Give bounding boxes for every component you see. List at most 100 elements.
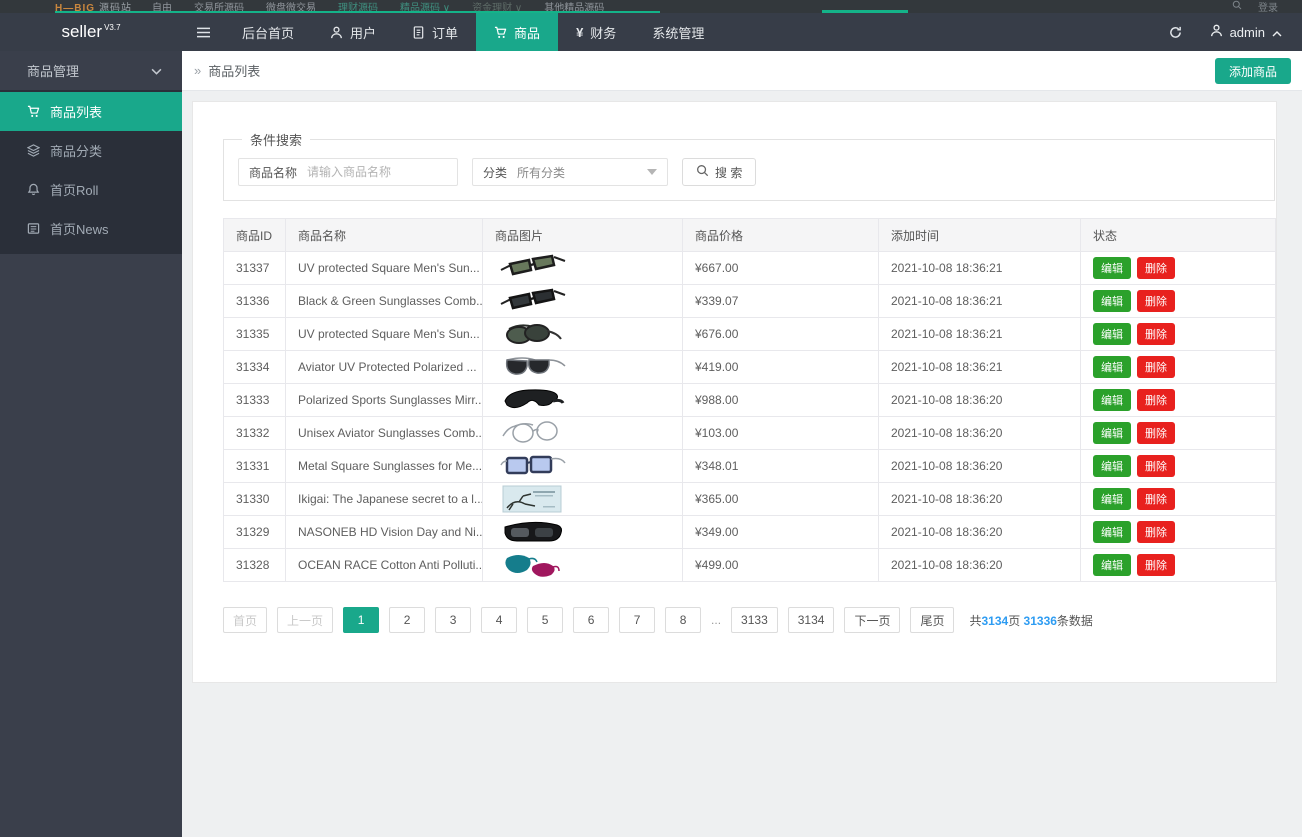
select-caret-icon: [647, 169, 658, 175]
cell-status: 编辑 删除: [1080, 284, 1276, 318]
edit-button[interactable]: 编辑: [1093, 422, 1131, 444]
page-ellipsis: ...: [711, 613, 722, 627]
page-number-button[interactable]: 2: [389, 607, 426, 633]
sidebar-toggle-icon[interactable]: [182, 26, 224, 39]
cell-goods-image: [482, 383, 683, 417]
nav-item-label: 系统管理: [652, 25, 705, 41]
cell-goods-id: 31331: [223, 449, 286, 483]
cell-goods-name: Black & Green Sunglasses Comb...: [285, 284, 483, 318]
page-number-button[interactable]: 1: [343, 607, 380, 633]
page-number-button[interactable]: 3: [435, 607, 472, 633]
admin-user-menu[interactable]: admin: [1210, 24, 1282, 40]
edit-button[interactable]: 编辑: [1093, 455, 1131, 477]
sidebar-item-goods-list[interactable]: 商品列表: [0, 92, 182, 131]
table-row: 31329 NASONEB HD Vision Day and Ni... ¥349…: [223, 515, 1276, 549]
cell-goods-price: ¥499.00: [682, 548, 879, 582]
user-icon: [330, 26, 343, 39]
edit-button[interactable]: 编辑: [1093, 389, 1131, 411]
cell-goods-image: [482, 284, 683, 318]
nav-item-label: 订单: [432, 25, 459, 41]
cell-goods-price: ¥419.00: [682, 350, 879, 384]
refresh-button[interactable]: [1169, 26, 1182, 39]
cell-added-time: 2021-10-08 18:36:20: [878, 548, 1081, 582]
cell-goods-name: Aviator UV Protected Polarized ...: [285, 350, 483, 384]
edit-button[interactable]: 编辑: [1093, 356, 1131, 378]
nav-item-orders[interactable]: 订单: [394, 13, 476, 51]
delete-button[interactable]: 删除: [1137, 290, 1175, 312]
edit-button[interactable]: 编辑: [1093, 323, 1131, 345]
goods-name-input[interactable]: [307, 160, 458, 184]
cell-goods-price: ¥365.00: [682, 482, 879, 516]
cell-added-time: 2021-10-08 18:36:20: [878, 449, 1081, 483]
page-last-button[interactable]: 尾页: [910, 607, 955, 633]
sidebar-section-goods-management[interactable]: 商品管理: [0, 51, 182, 90]
page-number-button[interactable]: 3134: [787, 607, 835, 633]
page-first-button: 首页: [223, 607, 268, 633]
cart-icon: [27, 105, 40, 118]
cell-added-time: 2021-10-08 18:36:21: [878, 251, 1081, 285]
page-number-button[interactable]: 7: [619, 607, 656, 633]
cell-goods-name: UV protected Square Men's Sun...: [285, 317, 483, 351]
bell-icon: [27, 183, 40, 196]
cell-added-time: 2021-10-08 18:36:21: [878, 350, 1081, 384]
admin-username: admin: [1229, 24, 1265, 40]
cell-status: 编辑 删除: [1080, 383, 1276, 417]
page-next-button[interactable]: 下一页: [844, 607, 901, 633]
outer-login-link[interactable]: 登录: [1258, 0, 1278, 13]
nav-item-dashboard[interactable]: 后台首页: [224, 13, 312, 51]
sidebar-item-home-news[interactable]: 首页News: [0, 209, 182, 248]
delete-button[interactable]: 删除: [1137, 257, 1175, 279]
delete-button[interactable]: 删除: [1137, 323, 1175, 345]
delete-button[interactable]: 删除: [1137, 389, 1175, 411]
cell-goods-image: [482, 350, 683, 384]
nav-item-system[interactable]: 系统管理: [634, 13, 722, 51]
search-button[interactable]: 搜 索: [682, 158, 757, 186]
category-group: 分类 所有分类: [472, 158, 669, 186]
delete-button[interactable]: 删除: [1137, 422, 1175, 444]
news-icon: [27, 222, 40, 235]
edit-button[interactable]: 编辑: [1093, 488, 1131, 510]
pagination-summary: 共3134页 31336条数据: [969, 613, 1093, 628]
delete-button[interactable]: 删除: [1137, 455, 1175, 477]
nav-item-users[interactable]: 用户: [312, 13, 394, 51]
breadcrumb: » 商品列表 添加商品: [182, 51, 1302, 91]
search-icon: [696, 164, 709, 180]
nav-item-finance[interactable]: ¥ 财务: [558, 13, 634, 51]
delete-button[interactable]: 删除: [1137, 356, 1175, 378]
cell-goods-image: [482, 317, 683, 351]
edit-button[interactable]: 编辑: [1093, 554, 1131, 576]
add-goods-button[interactable]: 添加商品: [1214, 58, 1291, 84]
cell-added-time: 2021-10-08 18:36:20: [878, 416, 1081, 450]
page-number-button[interactable]: 5: [527, 607, 564, 633]
cell-goods-id: 31332: [223, 416, 286, 450]
table-row: 31330 Ikigai: The Japanese secret to a l.…: [223, 482, 1276, 516]
page-prev-button: 上一页: [277, 607, 334, 633]
goods-name-group: 商品名称: [238, 158, 459, 186]
nav-item-goods[interactable]: 商品: [476, 13, 559, 51]
cell-goods-name: OCEAN RACE Cotton Anti Polluti...: [285, 548, 483, 582]
column-header: 状态: [1080, 218, 1276, 252]
outer-site-navbar: H—BIG 源码站 自由 交易所源码 微盘微交易 理财源码 精品源码 ∨ 资金理财 ∨ 其他精…: [0, 0, 1302, 13]
column-header: 添加时间: [878, 218, 1081, 252]
category-select[interactable]: 所有分类: [517, 159, 667, 185]
outer-search-icon[interactable]: [1232, 0, 1242, 13]
page-number-button[interactable]: 6: [573, 607, 610, 633]
cell-goods-image: [482, 548, 683, 582]
table-row: 31333 Polarized Sports Sunglasses Mirr...…: [223, 383, 1276, 417]
page-number-button[interactable]: 4: [481, 607, 518, 633]
page-number-button[interactable]: 8: [665, 607, 702, 633]
delete-button[interactable]: 删除: [1137, 488, 1175, 510]
cell-goods-price: ¥988.00: [682, 383, 879, 417]
sidebar-item-home-roll[interactable]: 首页Roll: [0, 170, 182, 209]
delete-button[interactable]: 删除: [1137, 521, 1175, 543]
sidebar-item-goods-category[interactable]: 商品分类: [0, 131, 182, 170]
cell-goods-id: 31337: [223, 251, 286, 285]
edit-button[interactable]: 编辑: [1093, 521, 1131, 543]
cell-goods-price: ¥339.07: [682, 284, 879, 318]
edit-button[interactable]: 编辑: [1093, 290, 1131, 312]
delete-button[interactable]: 删除: [1137, 554, 1175, 576]
edit-button[interactable]: 编辑: [1093, 257, 1131, 279]
page-number-button[interactable]: 3133: [731, 607, 778, 633]
nav-item-label: 用户: [350, 25, 377, 41]
table-row: 31331 Metal Square Sunglasses for Me... ¥3…: [223, 449, 1276, 483]
